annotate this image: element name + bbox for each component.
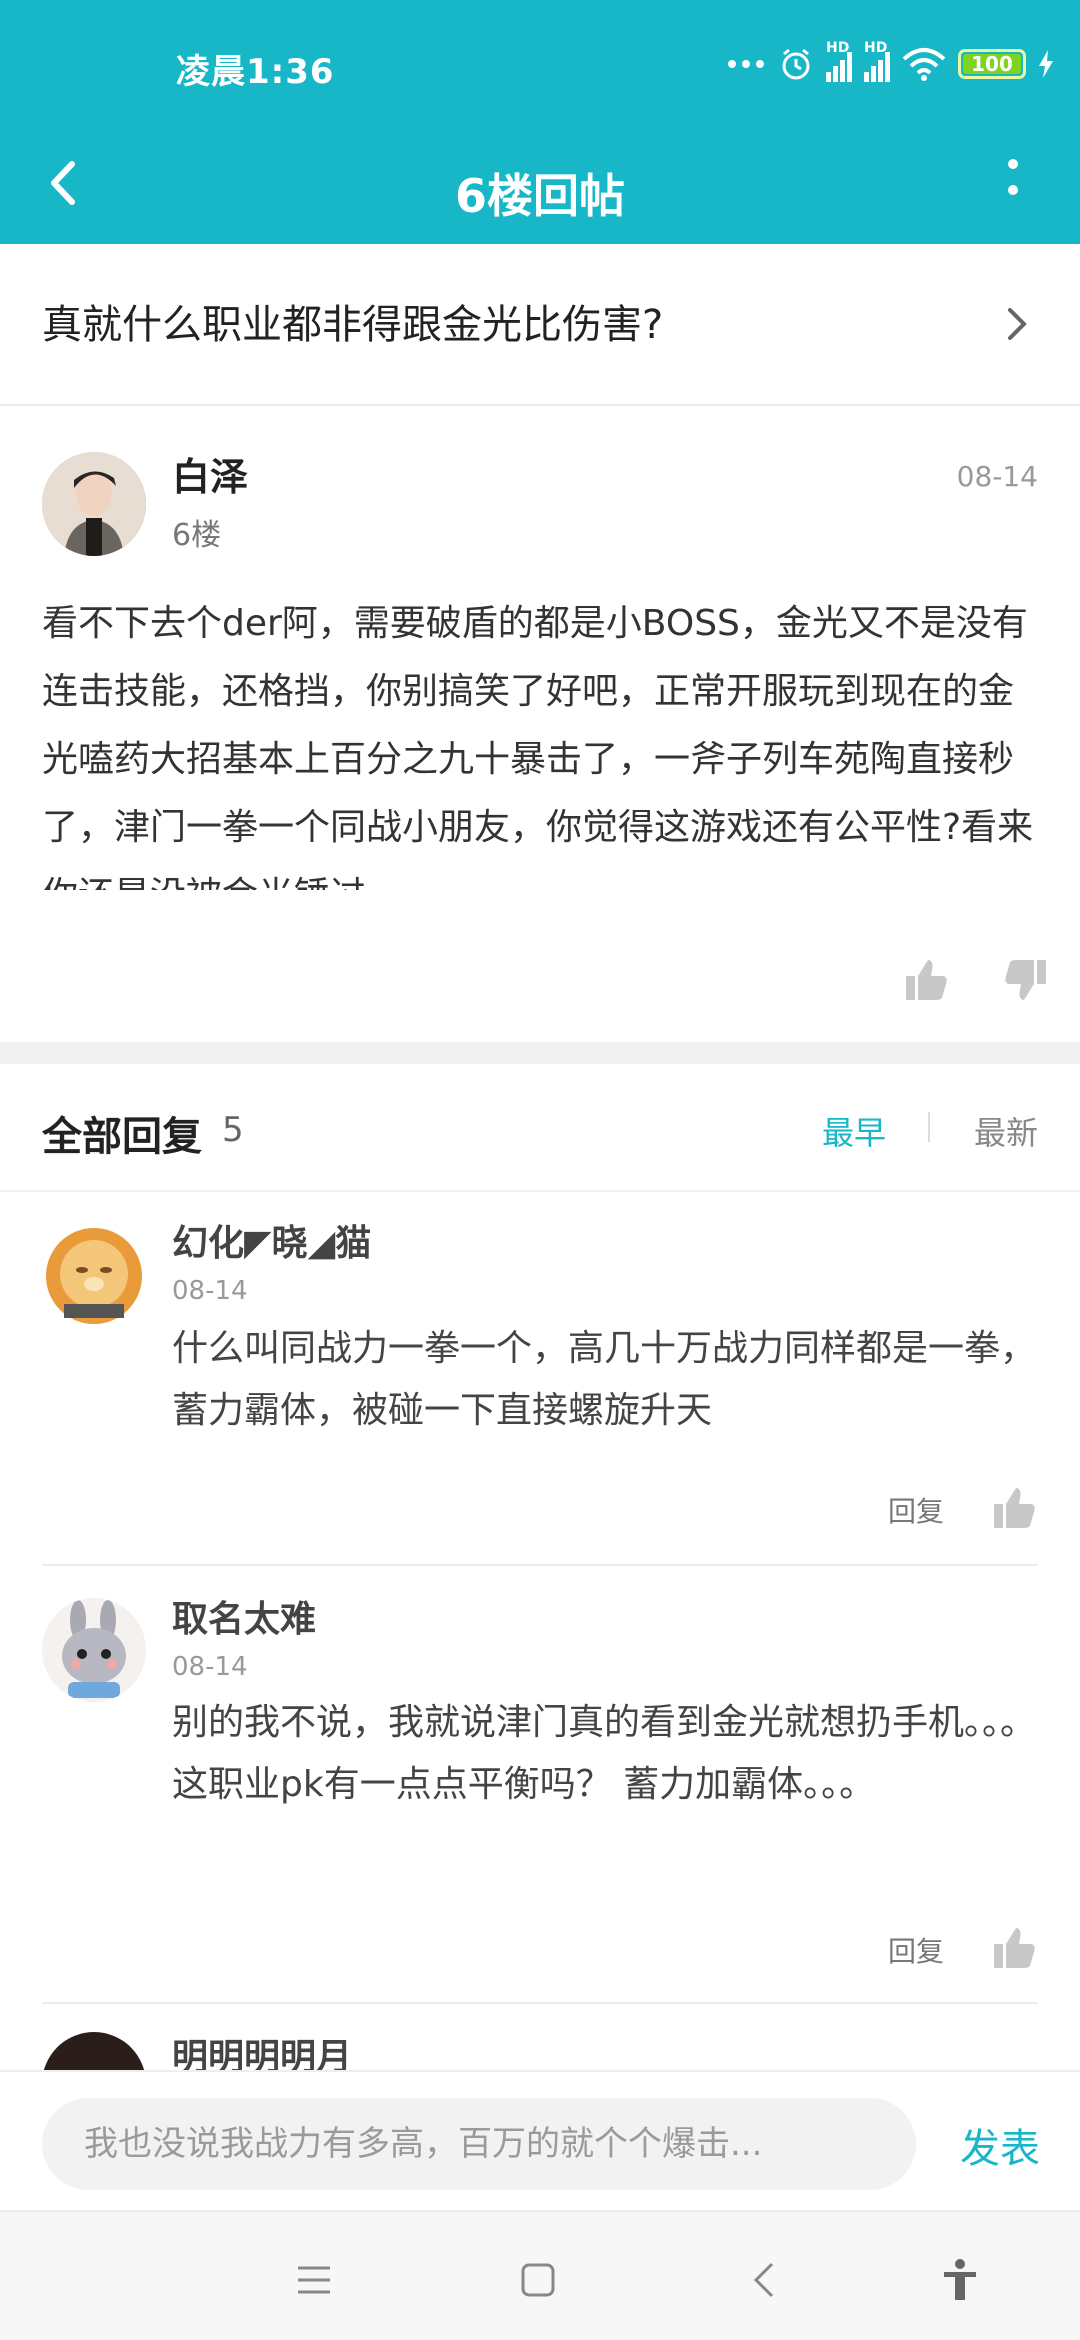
avatar[interactable] (42, 452, 146, 556)
floor-post: 白泽 6楼 08-14 看不下去个der阿，需要破盾的都是小BOSS，金光又不是… (0, 406, 1080, 1042)
reply-button[interactable]: 回复 (888, 1490, 944, 1530)
thumbs-up-icon[interactable] (990, 1924, 1038, 1972)
thread-title-row[interactable]: 真就什么职业都非得跟金光比伤害? (0, 244, 1080, 406)
thumbs-down-icon[interactable] (1002, 956, 1050, 1004)
sort-earliest-tab[interactable]: 最早 (822, 1108, 886, 1154)
post-username[interactable]: 白泽 (172, 446, 248, 501)
nav-bar: 6楼回帖 (0, 130, 1080, 244)
reply-input[interactable] (42, 2098, 916, 2190)
divider (42, 2002, 1038, 2004)
replies-title: 全部回复 (42, 1114, 202, 1160)
avatar[interactable] (42, 1598, 146, 1702)
thumbs-up-icon[interactable] (990, 1484, 1038, 1532)
sort-latest-tab[interactable]: 最新 (974, 1108, 1038, 1154)
system-nav-bar (0, 2210, 1080, 2340)
wifi-icon (902, 48, 946, 81)
accessibility-icon[interactable] (936, 2256, 984, 2304)
post-floor: 6楼 (172, 518, 222, 553)
reply-username[interactable]: 明明明明月 (172, 2028, 352, 2070)
section-gap (0, 1042, 1080, 1064)
page-title: 6楼回帖 (454, 169, 625, 223)
back-icon[interactable] (742, 2256, 790, 2304)
reply-composer: 发表 (0, 2070, 1080, 2210)
menu-icon[interactable] (290, 2256, 338, 2304)
status-bar: 凌晨1:36 HD HD 100 (0, 0, 1080, 130)
reply-date: 08-14 (172, 1652, 248, 1682)
app-header: 凌晨1:36 HD HD 100 6楼回帖 (0, 0, 1080, 244)
signal-2: HD (864, 40, 890, 82)
chevron-right-icon (1008, 308, 1027, 340)
thread-title: 真就什么职业都非得跟金光比伤害? (42, 302, 664, 348)
signal-1: HD (826, 40, 852, 82)
reply-item: 明明明明月 (0, 2006, 1080, 2070)
thumbs-up-icon[interactable] (902, 956, 950, 1004)
reply-text: 别的我不说，我就说津门真的看到金光就想扔手机。。。这职业pk有一点点平衡吗？ 蓄… (172, 1702, 1037, 1805)
status-icons: HD HD 100 (726, 40, 1054, 86)
avatar[interactable] (42, 2032, 146, 2070)
post-actions (902, 956, 1050, 1004)
home-icon[interactable] (514, 2256, 562, 2304)
more-dots-icon (728, 60, 764, 68)
avatar[interactable] (42, 1224, 146, 1328)
alarm-icon (782, 48, 810, 80)
hd-label-2: HD (864, 40, 888, 56)
replies-header: 全部回复 5 最早 最新 (0, 1064, 1080, 1192)
reply-text: 什么叫同战力一拳一个，高几十万战力同样都是一拳，蓄力霸体，被碰一下直接螺旋升天 (172, 1328, 1037, 1431)
status-time: 凌晨1:36 (176, 52, 335, 92)
reply-username[interactable]: 取名太难 (172, 1590, 316, 1642)
publish-button[interactable]: 发表 (960, 2116, 1040, 2174)
reply-date: 08-14 (172, 1276, 248, 1306)
sort-divider (928, 1112, 930, 1142)
reply-username[interactable]: 幻化◤晓◢猫 (172, 1214, 371, 1266)
hd-label-1: HD (826, 40, 850, 56)
charging-icon (1039, 50, 1053, 78)
reply-item: 幻化◤晓◢猫 08-14 什么叫同战力一拳一个，高几十万战力同样都是一拳，蓄力霸… (0, 1194, 1080, 1566)
more-vertical-icon[interactable] (998, 144, 1028, 214)
reply-button[interactable]: 回复 (888, 1930, 944, 1970)
post-body: 看不下去个der阿，需要破盾的都是小BOSS，金光又不是没有连击技能，还格挡，你… (42, 603, 1034, 890)
reply-item: 取名太难 08-14 别的我不说，我就说津门真的看到金光就想扔手机。。。这职业p… (0, 1568, 1080, 2004)
replies-count: 5 (222, 1110, 244, 1150)
battery-level: 100 (971, 52, 1013, 76)
divider (42, 1564, 1038, 1566)
post-date: 08-14 (956, 460, 1038, 493)
battery-indicator: 100 (958, 49, 1026, 79)
